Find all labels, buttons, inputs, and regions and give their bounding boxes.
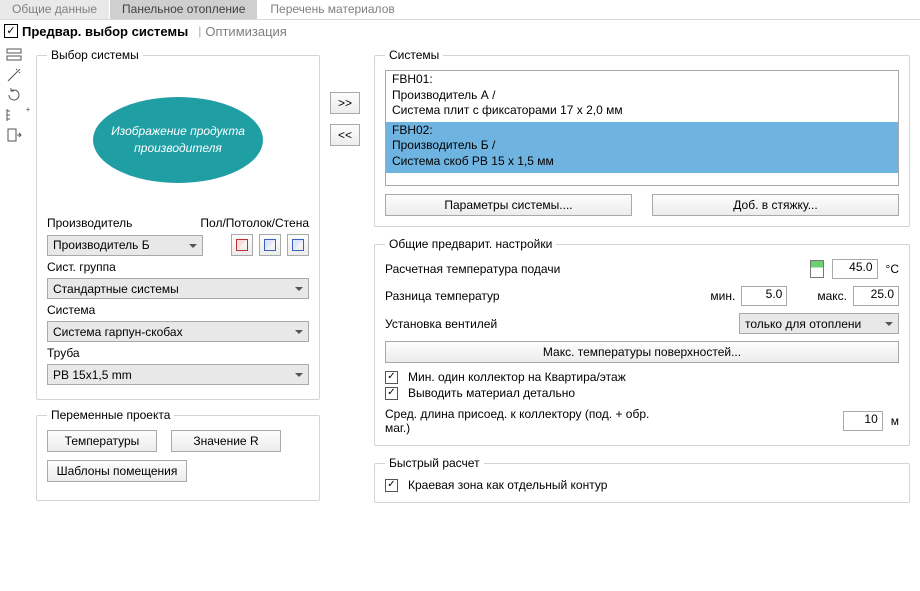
valve-label: Установка вентилей: [385, 317, 545, 331]
avg-length-label: Сред. длина присоед. к коллектору (под. …: [385, 407, 665, 435]
supply-temp-unit: °C: [886, 262, 899, 276]
supply-temp-input[interactable]: 45.0: [832, 259, 878, 279]
tab-materials[interactable]: Перечень материалов: [258, 0, 407, 19]
systems-legend: Системы: [385, 48, 443, 62]
tab-panel-heating[interactable]: Панельное отопление: [110, 0, 258, 19]
tool-layers-icon[interactable]: [3, 46, 25, 64]
min-collector-checkbox[interactable]: [385, 371, 398, 384]
tool-wand-icon[interactable]: [3, 66, 25, 84]
rvalue-button[interactable]: Значение R: [171, 430, 281, 452]
sysgroup-select[interactable]: Стандартные системы: [47, 278, 309, 299]
cube-floor-icon: [236, 239, 248, 251]
mode-ceiling-button[interactable]: [259, 234, 281, 256]
systems-group: Системы FBH01: Производитель А / Система…: [374, 48, 910, 227]
product-image: Изображение продукта производителя: [66, 74, 290, 206]
vertical-toolbar: +: [0, 42, 28, 591]
room-templates-button[interactable]: Шаблоны помещения: [47, 460, 187, 482]
edge-zone-label: Краевая зона как отдельный контур: [408, 478, 607, 492]
sysgroup-label: Сист. группа: [47, 260, 116, 274]
subtab-separator: |: [198, 24, 201, 38]
mode-label: Пол/Потолок/Стена: [200, 216, 309, 230]
add-to-screed-button[interactable]: Доб. в стяжку...: [652, 194, 899, 216]
list-item[interactable]: FBH01: Производитель А / Система плит с …: [386, 71, 898, 122]
top-tabbar: Общие данные Панельное отопление Перечен…: [0, 0, 920, 20]
cube-wall-icon: [292, 239, 304, 251]
system-selection-group: Выбор системы Изображение продукта произ…: [36, 48, 320, 400]
cube-ceiling-icon: [264, 239, 276, 251]
edge-zone-checkbox[interactable]: [385, 479, 398, 492]
system-selection-legend: Выбор системы: [47, 48, 143, 62]
supply-temp-label: Расчетная температура подачи: [385, 262, 595, 276]
manufacturer-select[interactable]: Производитель Б: [47, 235, 203, 256]
preselect-checkbox-icon[interactable]: ✓: [4, 24, 18, 38]
dt-min-input[interactable]: 5.0: [741, 286, 787, 306]
valve-select[interactable]: только для отоплени: [739, 313, 899, 334]
subtab-optimization[interactable]: Оптимизация: [205, 24, 287, 39]
max-surface-temp-button[interactable]: Макс. температуры поверхностей...: [385, 341, 899, 363]
project-vars-group: Переменные проекта Температуры Значение …: [36, 408, 320, 501]
detailed-material-checkbox[interactable]: [385, 387, 398, 400]
project-vars-legend: Переменные проекта: [47, 408, 174, 422]
dt-label: Разница температур: [385, 289, 545, 303]
tool-options-add-icon[interactable]: +: [3, 106, 25, 124]
quick-calc-group: Быстрый расчет Краевая зона как отдельны…: [374, 456, 910, 503]
manufacturer-label: Производитель: [47, 216, 194, 230]
presets-group: Общие предварит. настройки Расчетная тем…: [374, 237, 910, 446]
dt-max-input[interactable]: 25.0: [853, 286, 899, 306]
product-image-placeholder: Изображение продукта производителя: [93, 97, 263, 183]
dt-min-label: мин.: [710, 289, 735, 303]
min-collector-label: Мин. один коллектор на Квартира/этаж: [408, 370, 626, 384]
mode-floor-button[interactable]: [231, 234, 253, 256]
system-label: Система: [47, 303, 95, 317]
subtab-preselection[interactable]: Предвар. выбор системы: [22, 24, 188, 39]
temperatures-button[interactable]: Температуры: [47, 430, 157, 452]
tool-refresh-icon[interactable]: [3, 86, 25, 104]
thermometer-icon[interactable]: [810, 260, 824, 278]
mode-wall-button[interactable]: [287, 234, 309, 256]
systems-listbox[interactable]: FBH01: Производитель А / Система плит с …: [385, 70, 899, 186]
system-select[interactable]: Система гарпун-скобах: [47, 321, 309, 342]
system-params-button[interactable]: Параметры системы....: [385, 194, 632, 216]
presets-legend: Общие предварит. настройки: [385, 237, 556, 251]
avg-length-unit: м: [891, 414, 899, 428]
avg-length-input[interactable]: 10: [843, 411, 883, 431]
tool-doc-right-icon[interactable]: [3, 126, 25, 144]
quick-calc-legend: Быстрый расчет: [385, 456, 484, 470]
pipe-select[interactable]: PB 15x1,5 mm: [47, 364, 309, 385]
detailed-material-label: Выводить материал детально: [408, 386, 575, 400]
move-right-button[interactable]: >>: [330, 92, 360, 114]
tab-general[interactable]: Общие данные: [0, 0, 110, 19]
dt-max-label: макс.: [817, 289, 847, 303]
move-left-button[interactable]: <<: [330, 124, 360, 146]
sub-tabbar: ✓ Предвар. выбор системы | Оптимизация: [0, 20, 920, 42]
pipe-label: Труба: [47, 346, 80, 360]
list-item[interactable]: FBH02: Производитель Б / Система скоб PB…: [386, 122, 898, 173]
